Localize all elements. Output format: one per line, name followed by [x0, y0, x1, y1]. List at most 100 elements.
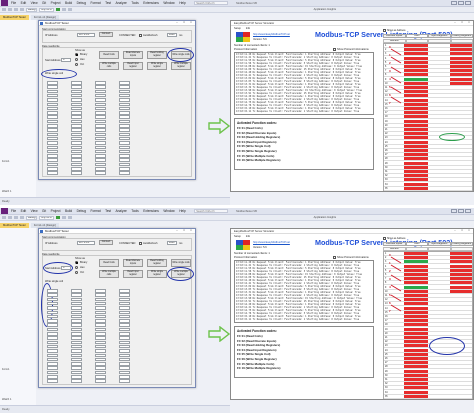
menu-debug[interactable]: Debug: [77, 1, 86, 5]
value-input-cell[interactable]: [71, 362, 82, 366]
vs-search-input[interactable]: Search (Ctrl+Q): [194, 0, 229, 6]
value-input-cell[interactable]: [47, 319, 58, 323]
value-input-cell[interactable]: [95, 111, 106, 115]
value-input-cell[interactable]: [119, 314, 130, 319]
server-maximize-icon[interactable]: □: [459, 21, 465, 25]
coil-state-cell[interactable]: [404, 268, 428, 272]
value-input-cell[interactable]: [119, 357, 130, 362]
value-input-cell[interactable]: [47, 349, 58, 353]
coil-state-cell[interactable]: [404, 119, 428, 123]
coil-state-cell[interactable]: [404, 81, 428, 85]
value-input-cell[interactable]: [47, 154, 58, 158]
value-input-cell[interactable]: [95, 115, 106, 119]
coil-state-cell[interactable]: [404, 373, 428, 377]
undo-icon[interactable]: [20, 7, 24, 12]
start-address-input[interactable]: 0: [61, 58, 71, 62]
value-input-cell[interactable]: [47, 111, 58, 115]
value-input-cell[interactable]: [47, 293, 58, 297]
value-input-cell[interactable]: [47, 289, 58, 293]
server-maximize-icon[interactable]: □: [459, 229, 465, 233]
continue-icon[interactable]: [55, 7, 60, 12]
value-input-cell[interactable]: [119, 136, 130, 141]
show-as-address-checkbox[interactable]: [383, 237, 386, 240]
side-item-form1[interactable]: Form1: [2, 160, 10, 163]
show-protocol-checkbox[interactable]: [333, 48, 336, 51]
maximize-icon[interactable]: [458, 1, 464, 5]
tab-holding-registers[interactable]: Holding Registers: [450, 34, 473, 38]
coil-state-cell[interactable]: [404, 302, 428, 306]
write-multiple-register-button[interactable]: Write multiple register: [171, 62, 191, 70]
minimize-icon[interactable]: [451, 209, 457, 213]
value-input-cell[interactable]: [71, 310, 82, 314]
save-icon[interactable]: [14, 215, 18, 220]
value-input-cell[interactable]: [47, 370, 58, 375]
value-input-cell[interactable]: [71, 93, 82, 98]
value-input-cell[interactable]: [71, 293, 82, 297]
value-input-cell[interactable]: [71, 344, 82, 349]
menu-view[interactable]: View: [31, 209, 38, 213]
server-close-icon[interactable]: ×: [466, 21, 472, 25]
value-input-cell[interactable]: [71, 141, 82, 145]
coil-state-cell[interactable]: [404, 394, 428, 398]
vs-search-input[interactable]: Search (Ctrl+Q): [194, 208, 229, 214]
value-input-cell[interactable]: [95, 327, 106, 332]
value-input-cell[interactable]: [95, 128, 106, 132]
coil-state-cell[interactable]: [404, 277, 428, 281]
value-input-cell[interactable]: [119, 141, 130, 145]
value-input-cell[interactable]: [95, 145, 106, 149]
value-input-cell[interactable]: [95, 332, 106, 336]
tab-input-registers[interactable]: Input Registers: [428, 34, 451, 38]
value-input-cell[interactable]: [95, 85, 106, 89]
value-input-cell[interactable]: [71, 319, 82, 323]
value-input-cell[interactable]: [95, 124, 106, 128]
coil-state-cell[interactable]: [404, 102, 428, 106]
forward-icon[interactable]: [8, 215, 12, 220]
value-input-cell[interactable]: [47, 106, 58, 111]
value-input-cell[interactable]: [95, 336, 106, 340]
config-combo[interactable]: Debug: [26, 7, 38, 12]
value-input-cell[interactable]: [95, 293, 106, 297]
read-input-register-button[interactable]: Read Input register: [123, 62, 143, 70]
value-input-cell[interactable]: [119, 370, 130, 375]
coil-state-cell[interactable]: [404, 65, 428, 68]
menu-git[interactable]: Git: [42, 1, 46, 5]
auto-refresh-checkbox[interactable]: [139, 34, 142, 37]
pause-icon[interactable]: [61, 215, 66, 220]
value-input-cell[interactable]: [119, 366, 130, 370]
menu-file[interactable]: File: [11, 1, 16, 5]
value-input-cell[interactable]: [119, 301, 130, 306]
show-as-oct-radio[interactable]: [75, 63, 78, 66]
value-input-cell[interactable]: [119, 132, 130, 137]
menu-project[interactable]: Project: [51, 209, 61, 213]
close-icon[interactable]: [465, 1, 471, 5]
menu-view[interactable]: View: [31, 1, 38, 5]
coil-state-cell[interactable]: [404, 310, 428, 314]
coil-state-cell[interactable]: [404, 52, 428, 56]
website-link[interactable]: http://www.EasyModbusTCP.net: [253, 33, 290, 36]
value-input-cell[interactable]: [47, 145, 58, 149]
value-input-cell[interactable]: [47, 167, 58, 171]
coil-state-cell[interactable]: [404, 273, 428, 276]
coil-state-cell[interactable]: [404, 285, 428, 289]
refresh-interval-input[interactable]: 1000: [167, 241, 177, 245]
stop-icon[interactable]: [67, 7, 72, 12]
value-input-cell[interactable]: [95, 119, 106, 124]
value-input-cell[interactable]: [71, 124, 82, 128]
value-input-cell[interactable]: [71, 89, 82, 94]
coil-state-cell[interactable]: [404, 111, 428, 115]
value-input-cell[interactable]: [47, 366, 58, 370]
value-input-cell[interactable]: [71, 158, 82, 162]
value-input-cell[interactable]: [119, 379, 130, 383]
pause-icon[interactable]: [61, 7, 66, 12]
tab-coils[interactable]: Coils: [405, 34, 428, 38]
value-input-cell[interactable]: [95, 379, 106, 383]
value-input-cell[interactable]: [119, 124, 130, 128]
value-input-cell[interactable]: [95, 93, 106, 98]
coil-state-cell[interactable]: [404, 149, 428, 152]
value-input-cell[interactable]: [47, 332, 58, 336]
value-input-cell[interactable]: [71, 98, 82, 102]
coil-state-cell[interactable]: [404, 94, 428, 98]
value-input-cell[interactable]: [95, 89, 106, 94]
platform-combo[interactable]: Any CPU: [39, 215, 54, 220]
value-input-cell[interactable]: [47, 98, 58, 102]
